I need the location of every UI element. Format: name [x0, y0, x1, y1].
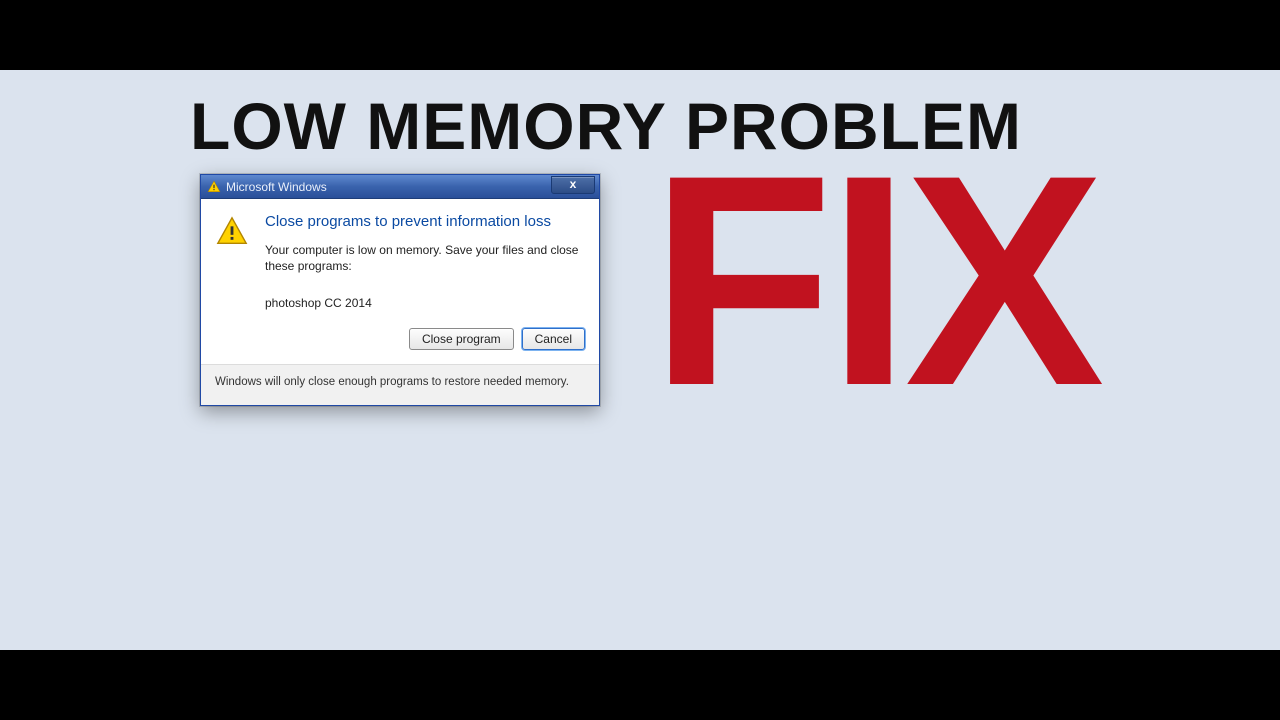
stage: LOW MEMORY PROBLEM FIX Microsoft Windows… [0, 0, 1280, 720]
fix-text: FIX [650, 130, 1099, 430]
dialog-footer: Windows will only close enough programs … [201, 365, 599, 405]
warning-icon [215, 213, 255, 356]
dialog-content: Close programs to prevent information lo… [265, 213, 585, 356]
letterbox-bottom [0, 650, 1280, 720]
low-memory-dialog: Microsoft Windows x Close programs to pr… [200, 174, 600, 406]
dialog-heading: Close programs to prevent information lo… [265, 213, 585, 232]
dialog-body: Close programs to prevent information lo… [201, 199, 599, 365]
dialog-message: Your computer is low on memory. Save you… [265, 242, 585, 274]
dialog-title: Microsoft Windows [226, 180, 546, 194]
thumbnail-canvas: LOW MEMORY PROBLEM FIX Microsoft Windows… [0, 70, 1280, 650]
letterbox-top [0, 0, 1280, 70]
close-button[interactable]: x [551, 176, 595, 194]
warning-icon [207, 180, 221, 194]
button-row: Close program Cancel [265, 328, 585, 356]
close-program-button[interactable]: Close program [409, 328, 514, 350]
dialog-titlebar[interactable]: Microsoft Windows x [201, 175, 599, 199]
close-icon: x [570, 177, 577, 191]
program-name: photoshop CC 2014 [265, 296, 585, 310]
cancel-button[interactable]: Cancel [522, 328, 585, 350]
